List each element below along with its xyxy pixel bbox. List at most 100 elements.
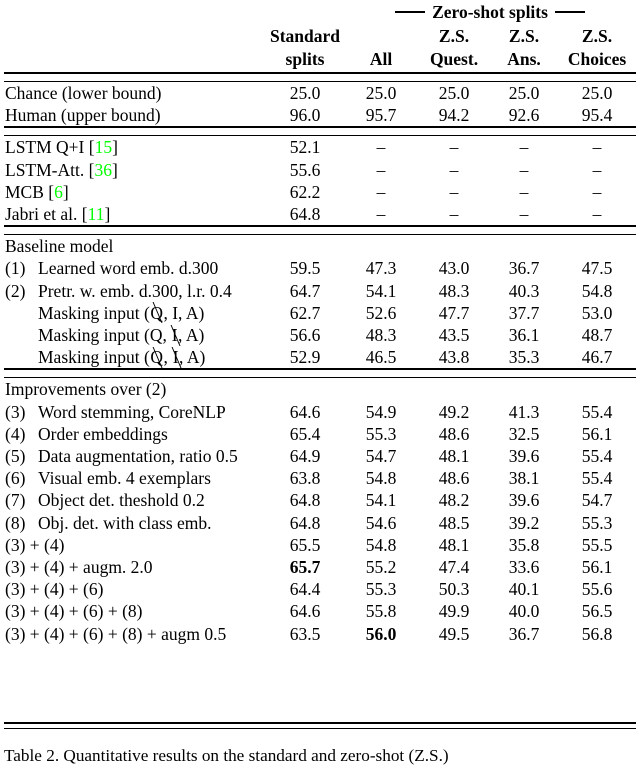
group-header-spacer2 [266, 0, 344, 24]
cell-value: 64.8 [289, 490, 321, 511]
row-label-text: Learned word emb. d.300 [38, 258, 219, 279]
row-label: Masking input (Q, I, A) [4, 324, 266, 346]
cell-value: 55.3 [365, 423, 397, 444]
row-label: (3) + (4) + augm. 2.0 [4, 556, 266, 578]
cell-value: 63.8 [289, 468, 321, 489]
cell-value: 54.6 [365, 512, 397, 533]
row-label: (3) + (4) + (6) + (8) [4, 600, 266, 622]
row-label-text: Object det. theshold 0.2 [38, 490, 205, 511]
table-row: (1) Learned word emb. d.300 59.5 47.3 43.0 36… [4, 257, 636, 279]
results-table: Zero-shot splits Standard Z.S. Z.S. Z.S.… [4, 0, 636, 645]
section-rule [4, 225, 636, 236]
cell-value: 48.5 [438, 512, 470, 533]
cell-value: 65.7 [289, 557, 321, 578]
cell-value: 54.1 [365, 280, 397, 301]
section-heading: Baseline model [5, 236, 114, 257]
row-label-text: (3) + (4) + augm. 2.0 [5, 557, 153, 578]
row-label: (8) Obj. det. with class emb. [4, 512, 266, 534]
cell-value: 64.4 [289, 579, 321, 600]
row-label: (3) + (4) + (6) + (8) + augm 0.5 [4, 623, 266, 645]
row-index: (2) [5, 280, 26, 301]
cell-value: 54.7 [581, 490, 613, 511]
row-index: (3) [5, 401, 26, 422]
table-row: (8) Obj. det. with class emb. 64.8 54.6 48.5… [4, 512, 636, 534]
cell-value: 64.6 [289, 401, 321, 422]
cell-value: 25.0 [508, 83, 540, 103]
group-rule-right-icon [554, 10, 585, 13]
citation-ref[interactable]: [36] [84, 160, 118, 180]
group-rule-left-icon [395, 10, 426, 13]
cell-value: 55.3 [365, 579, 397, 600]
cell-value: 25.0 [289, 83, 321, 103]
cell-value: – [592, 137, 602, 158]
row-label: Chance (lower bound) [4, 82, 266, 105]
row-index: (5) [5, 446, 26, 467]
row-index: (7) [5, 490, 26, 511]
cell-value: 36.7 [508, 258, 540, 279]
row-label-text: LSTM-Att. [5, 159, 85, 180]
cell-value: 56.1 [581, 557, 613, 578]
cell-value: 52.6 [365, 302, 397, 323]
cell-value: 55.6 [581, 579, 613, 600]
table-row: (5) Data augmentation, ratio 0.5 64.9 54.7 4… [4, 445, 636, 467]
cell-value: 63.5 [289, 623, 321, 644]
citation-ref[interactable]: [15] [84, 137, 118, 157]
cell-value: 39.6 [508, 446, 540, 467]
cell-value: 55.4 [581, 401, 613, 422]
cell-value: 47.3 [365, 258, 397, 279]
cell-value: 56.5 [581, 601, 613, 622]
cell-value: 55.4 [581, 446, 613, 467]
zero-shot-group-header: Zero-shot splits [344, 0, 636, 24]
table-row: (3) + (4) + (6) 64.4 55.3 50.3 40.1 55.6 [4, 578, 636, 600]
citation-number[interactable]: 11 [88, 204, 105, 224]
cell-value: 65.4 [289, 423, 321, 444]
cell-value: 25.0 [581, 83, 613, 103]
row-label-text: Human (upper bound) [5, 105, 161, 126]
row-label-text: Pretr. w. emb. d.300, l.r. 0.4 [38, 280, 232, 301]
row-label-text: Masking input (Q, I, A) [38, 347, 206, 368]
table-row: (2) Pretr. w. emb. d.300, l.r. 0.4 64.7 54.… [4, 280, 636, 302]
cell-value: – [449, 181, 459, 202]
cell-value: 56.6 [289, 325, 321, 346]
cell-value: – [519, 181, 529, 202]
citation-ref[interactable]: [11] [77, 204, 111, 224]
cell-value: 25.0 [365, 83, 397, 103]
cell-value: 54.9 [365, 401, 397, 422]
masked-i-glyph: I [171, 325, 178, 346]
cell-value: 95.7 [365, 105, 397, 126]
cell-value: 64.8 [289, 512, 321, 533]
cell-value: 48.6 [438, 468, 470, 489]
cell-value: 40.1 [508, 579, 540, 600]
row-label: Masking input (Q, I, A) [4, 302, 266, 324]
citation-number[interactable]: 6 [54, 182, 63, 202]
table-row: (4) Order embeddings 65.4 55.3 48.6 32.5 56.1 [4, 423, 636, 445]
row-label: (1) Learned word emb. d.300 [4, 257, 266, 279]
row-index: (8) [5, 512, 26, 533]
cell-value: – [449, 204, 459, 225]
row-label-text: (3) + (4) + (6) + (8) + augm 0.5 [5, 623, 227, 644]
row-label: LSTM-Att. [36] [4, 159, 266, 181]
cell-value: 64.6 [289, 601, 321, 622]
citation-number[interactable]: 36 [94, 160, 112, 180]
section-heading: Improvements over (2) [5, 379, 167, 400]
cell-value: 95.4 [581, 105, 613, 126]
cell-value: 49.2 [438, 401, 470, 422]
group-header-row: Zero-shot splits [4, 0, 636, 24]
citation-number[interactable]: 15 [95, 137, 113, 157]
cell-value: 53.0 [581, 302, 613, 323]
col-header-standard-l1: Standard [269, 25, 341, 46]
cell-value: 48.2 [438, 490, 470, 511]
citation-ref[interactable]: [6] [44, 182, 68, 202]
table-row: (3) + (4) + (6) + (8) + augm 0.5 63.5 56.0… [4, 623, 636, 645]
col-header-label-l2 [4, 47, 266, 73]
table-row: Masking input (Q, I, A) 62.7 52.6 47.7 37.7 5… [4, 302, 636, 324]
cell-value: 52.1 [289, 137, 321, 158]
row-label-text: (3) + (4) + (6) + (8) [5, 601, 143, 622]
row-label-text: Jabri et al. [5, 204, 78, 225]
table-row: Jabri et al. [11] 64.8 – – – – [4, 203, 636, 226]
cell-value: 36.7 [508, 623, 540, 644]
cell-value: – [376, 204, 386, 225]
caption-top-rule [4, 722, 636, 729]
cell-value: 48.6 [438, 423, 470, 444]
cell-value: 39.2 [508, 512, 540, 533]
